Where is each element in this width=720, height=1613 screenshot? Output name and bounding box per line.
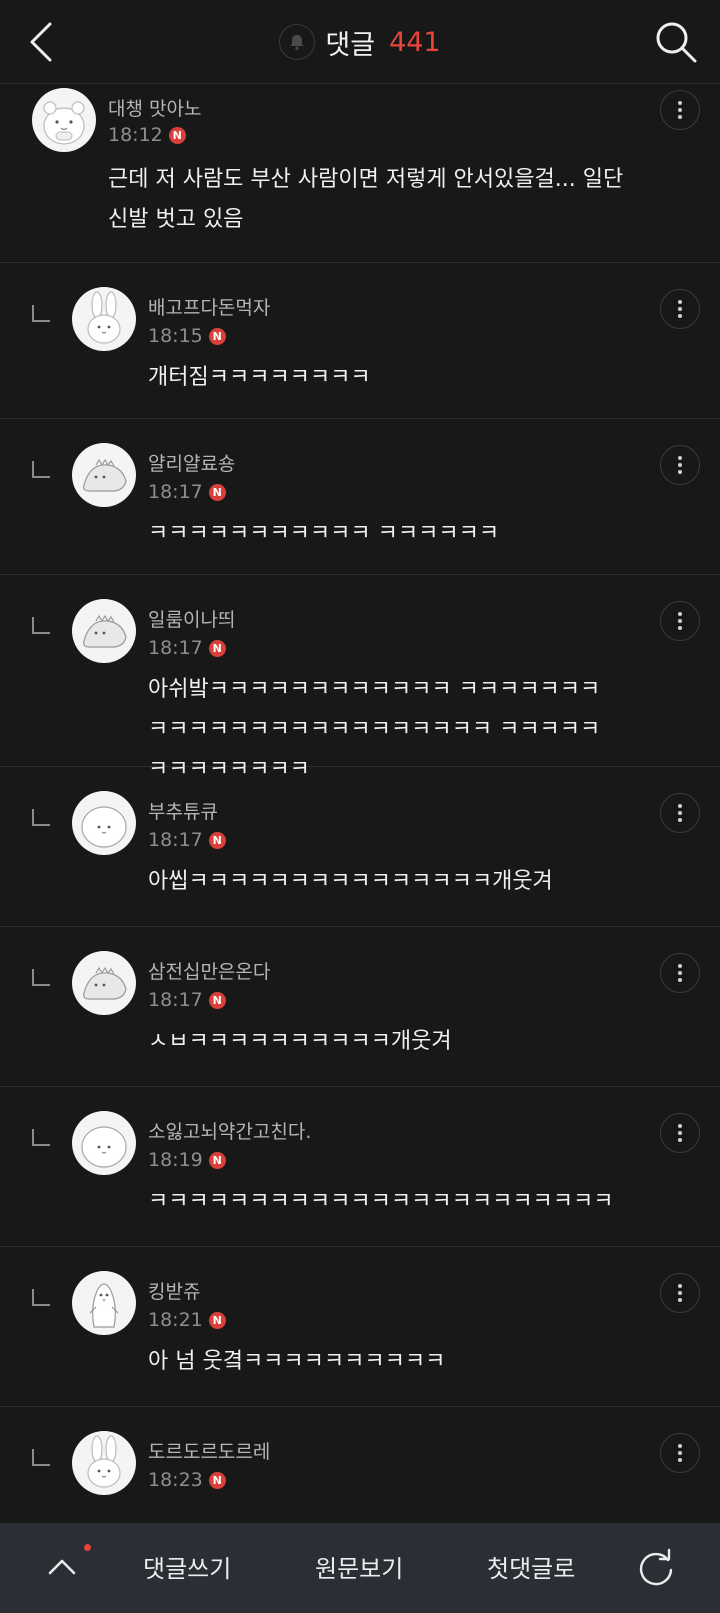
comment-time: 18:15 — [148, 325, 203, 347]
comment-nickname[interactable]: 소잃고뇌약간고친다. — [148, 1117, 311, 1144]
more-options-button[interactable] — [660, 1113, 700, 1153]
first-comment-button[interactable]: 첫댓글로 — [487, 1549, 575, 1584]
rabbit-avatar[interactable] — [72, 1431, 136, 1495]
new-badge: N — [208, 1311, 226, 1329]
more-options-button[interactable] — [660, 289, 700, 329]
comment-time: 18:17 — [148, 481, 203, 503]
dino-avatar[interactable] — [72, 599, 136, 663]
more-options-button[interactable] — [660, 953, 700, 993]
hamster-avatar[interactable] — [32, 88, 96, 152]
comment-nickname[interactable]: 얄리얄료숑 — [148, 449, 235, 476]
comment-nickname[interactable]: 킹받쥬 — [148, 1277, 200, 1304]
new-badge: N — [168, 126, 186, 144]
reply-indicator-icon — [32, 1129, 50, 1146]
reply-item: 소잃고뇌약간고친다. 18:19 N ㅋㅋㅋㅋㅋㅋㅋㅋㅋㅋㅋㅋㅋㅋㅋㅋㅋㅋㅋㅋㅋ… — [0, 1087, 720, 1247]
comment-text: 아씹ㅋㅋㅋㅋㅋㅋㅋㅋㅋㅋㅋㅋㅋㅋㅋ개웃겨 — [148, 869, 553, 894]
more-options-button[interactable] — [660, 601, 700, 641]
comment-time: 18:19 — [148, 1149, 203, 1171]
reply-indicator-icon — [32, 617, 50, 634]
comment-text: ㅅㅂㅋㅋㅋㅋㅋㅋㅋㅋㅋㅋ개웃겨 — [148, 1029, 452, 1054]
blob-avatar[interactable] — [72, 791, 136, 855]
more-options-button[interactable] — [660, 1433, 700, 1473]
comment-list: 대챙 맛아노 18:12 N 근데 저 사람도 부산 사람이면 저렇게 안서있을… — [0, 84, 720, 1567]
more-options-button[interactable] — [660, 1273, 700, 1313]
new-badge: N — [208, 1471, 226, 1489]
reply-indicator-icon — [32, 1289, 50, 1306]
reply-item: 킹받쥬 18:21 N 아 넘 웃곀ㅋㅋㅋㅋㅋㅋㅋㅋㅋㅋ — [0, 1247, 720, 1407]
chevron-up-icon[interactable] — [44, 1551, 80, 1585]
comment-meta: 18:19 N — [148, 1149, 226, 1171]
comment-meta: 18:21 N — [148, 1309, 226, 1331]
reply-item: 일룸이나띄 18:17 N 아쉬밬ㅋㅋㅋㅋㅋㅋㅋㅋㅋㅋㅋㅋ ㅋㅋㅋㅋㅋㅋㅋㅋㅋㅋ… — [0, 575, 720, 782]
comment-item: 대챙 맛아노 18:12 N 근데 저 사람도 부산 사람이면 저렇게 안서있을… — [0, 84, 720, 263]
comment-meta: 18:17 N — [148, 481, 226, 503]
new-badge: N — [208, 483, 226, 501]
comment-text: ㅋㅋㅋㅋㅋㅋㅋㅋㅋㅋㅋ ㅋㅋㅋㅋㅋㅋ — [148, 521, 500, 546]
comment-meta: 18:17 N — [148, 989, 226, 1011]
penguin-avatar[interactable] — [72, 1271, 136, 1335]
new-badge: N — [208, 991, 226, 1009]
comment-time: 18:17 — [148, 989, 203, 1011]
comment-time: 18:23 — [148, 1469, 203, 1491]
comment-nickname[interactable]: 일룸이나띄 — [148, 605, 235, 632]
comment-text: 개터짐ㅋㅋㅋㅋㅋㅋㅋㅋ — [148, 365, 371, 390]
comment-time: 18:12 — [108, 124, 163, 146]
top-bar: 댓글 441 — [0, 0, 720, 84]
new-badge: N — [208, 327, 226, 345]
blob-avatar[interactable] — [72, 1111, 136, 1175]
header-title-group: 댓글 441 — [0, 0, 720, 84]
comment-nickname[interactable]: 삼전십만은온다 — [148, 957, 270, 984]
comment-nickname[interactable]: 배고프다돈먹자 — [148, 293, 270, 320]
notification-dot — [84, 1544, 91, 1551]
page-title: 댓글 — [325, 29, 376, 61]
comment-count: 441 — [389, 26, 441, 58]
reply-indicator-icon — [32, 461, 50, 478]
write-comment-button[interactable]: 댓글쓰기 — [143, 1549, 231, 1584]
new-badge: N — [208, 1151, 226, 1169]
comment-meta: 18:23 N — [148, 1469, 226, 1491]
refresh-icon[interactable] — [636, 1548, 676, 1588]
dino-avatar[interactable] — [72, 951, 136, 1015]
reply-indicator-icon — [32, 809, 50, 826]
new-badge: N — [208, 639, 226, 657]
reply-indicator-icon — [32, 305, 50, 322]
comment-time: 18:17 — [148, 829, 203, 851]
reply-item: 배고프다돈먹자 18:15 N 개터짐ㅋㅋㅋㅋㅋㅋㅋㅋ — [0, 263, 720, 419]
comment-text: 아 넘 웃곀ㅋㅋㅋㅋㅋㅋㅋㅋㅋㅋ — [148, 1349, 446, 1374]
comment-nickname[interactable]: 대챙 맛아노 — [108, 94, 201, 121]
reply-item: 삼전십만은온다 18:17 N ㅅㅂㅋㅋㅋㅋㅋㅋㅋㅋㅋㅋ개웃겨 — [0, 927, 720, 1087]
comment-text: ㅋㅋㅋㅋㅋㅋㅋㅋㅋㅋㅋㅋㅋㅋㅋㅋㅋㅋㅋㅋㅋㅋㅋ — [148, 1189, 614, 1214]
reply-item: 부추튜큐 18:17 N 아씹ㅋㅋㅋㅋㅋㅋㅋㅋㅋㅋㅋㅋㅋㅋㅋ개웃겨 — [0, 767, 720, 927]
reply-indicator-icon — [32, 1449, 50, 1466]
bottom-action-bar: 댓글쓰기 원문보기 첫댓글로 — [0, 1523, 720, 1613]
comment-time: 18:21 — [148, 1309, 203, 1331]
comment-text: 근데 저 사람도 부산 사람이면 저렇게 안서있을걸... 일단 신발 벗고 있… — [108, 167, 624, 232]
view-original-button[interactable]: 원문보기 — [315, 1549, 403, 1584]
comment-nickname[interactable]: 도르도르도르레 — [148, 1437, 270, 1464]
comment-meta: 18:17 N — [148, 829, 226, 851]
reply-item: 얄리얄료숑 18:17 N ㅋㅋㅋㅋㅋㅋㅋㅋㅋㅋㅋ ㅋㅋㅋㅋㅋㅋ — [0, 419, 720, 575]
dino-avatar[interactable] — [72, 443, 136, 507]
rabbit-avatar[interactable] — [72, 287, 136, 351]
bell-icon[interactable] — [279, 24, 316, 60]
comment-time: 18:17 — [148, 637, 203, 659]
comment-meta: 18:12 N — [108, 124, 186, 146]
search-icon[interactable] — [654, 20, 698, 64]
reply-indicator-icon — [32, 969, 50, 986]
new-badge: N — [208, 831, 226, 849]
more-options-button[interactable] — [660, 90, 700, 130]
comment-meta: 18:17 N — [148, 637, 226, 659]
comment-nickname[interactable]: 부추튜큐 — [148, 797, 218, 824]
more-options-button[interactable] — [660, 793, 700, 833]
more-options-button[interactable] — [660, 445, 700, 485]
comment-meta: 18:15 N — [148, 325, 226, 347]
